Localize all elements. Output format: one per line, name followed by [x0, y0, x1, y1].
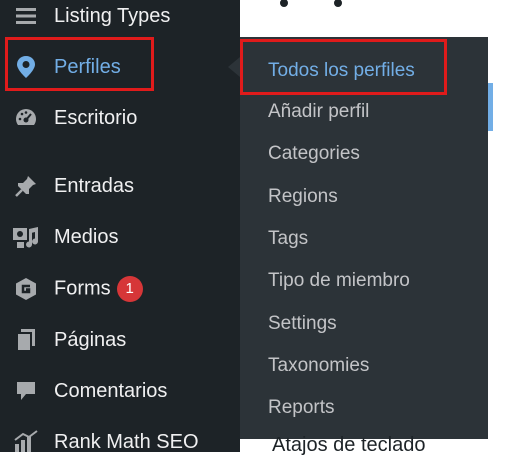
submenu-item-settings[interactable]: Settings: [268, 308, 468, 340]
dashboard-icon: [12, 106, 40, 130]
highlight-box-todos-los-perfiles: [240, 39, 447, 95]
sidebar-item-listing-types[interactable]: Listing Types: [0, 0, 240, 36]
submenu-item-reports[interactable]: Reports: [268, 392, 468, 424]
forms-icon: [12, 277, 40, 301]
sidebar-item-label: Forms 1: [54, 276, 143, 302]
sidebar-item-label: Listing Types: [54, 4, 171, 27]
submenu-item-tags[interactable]: Tags: [268, 223, 468, 255]
pages-icon: [12, 328, 40, 352]
submenu-pointer: [228, 57, 240, 77]
media-icon: [12, 225, 40, 249]
background-heading-fragment: [280, 0, 342, 13]
submenu-item-anadir-perfil[interactable]: Añadir perfil: [268, 96, 468, 128]
submenu-item-categories[interactable]: Categories: [268, 138, 468, 170]
submenu-item-tipo-de-miembro[interactable]: Tipo de miembro: [268, 265, 468, 297]
sidebar-item-label: Rank Math SEO: [54, 430, 199, 453]
forms-label-text: Forms: [54, 277, 111, 300]
submenu-item-regions[interactable]: Regions: [268, 181, 468, 213]
sidebar-item-medios[interactable]: Medios: [0, 217, 240, 257]
comments-icon: [12, 379, 40, 403]
sidebar-item-label: Páginas: [54, 328, 127, 351]
sidebar-item-comentarios[interactable]: Comentarios: [0, 371, 240, 411]
background-link-atajos[interactable]: Atajos de teclado: [272, 434, 425, 457]
sidebar-item-label: Medios: [54, 225, 119, 248]
sidebar-item-forms[interactable]: Forms 1: [0, 269, 240, 309]
pin-icon: [12, 174, 40, 198]
sidebar-item-escritorio[interactable]: Escritorio: [0, 98, 240, 138]
sidebar-item-label: Entradas: [54, 174, 135, 197]
sidebar-item-label: Comentarios: [54, 379, 168, 402]
sidebar-item-paginas[interactable]: Páginas: [0, 320, 240, 360]
notification-badge: 1: [116, 276, 143, 302]
current-item-accent: [488, 83, 493, 131]
rank-math-icon: [12, 430, 40, 454]
sidebar-item-rank-math[interactable]: Rank Math SEO: [0, 422, 240, 462]
sidebar-item-entradas[interactable]: Entradas: [0, 166, 240, 206]
highlight-box-perfiles: [5, 37, 154, 91]
list-icon: [12, 4, 40, 28]
submenu-item-taxonomies[interactable]: Taxonomies: [268, 350, 468, 382]
sidebar-item-label: Escritorio: [54, 106, 138, 129]
